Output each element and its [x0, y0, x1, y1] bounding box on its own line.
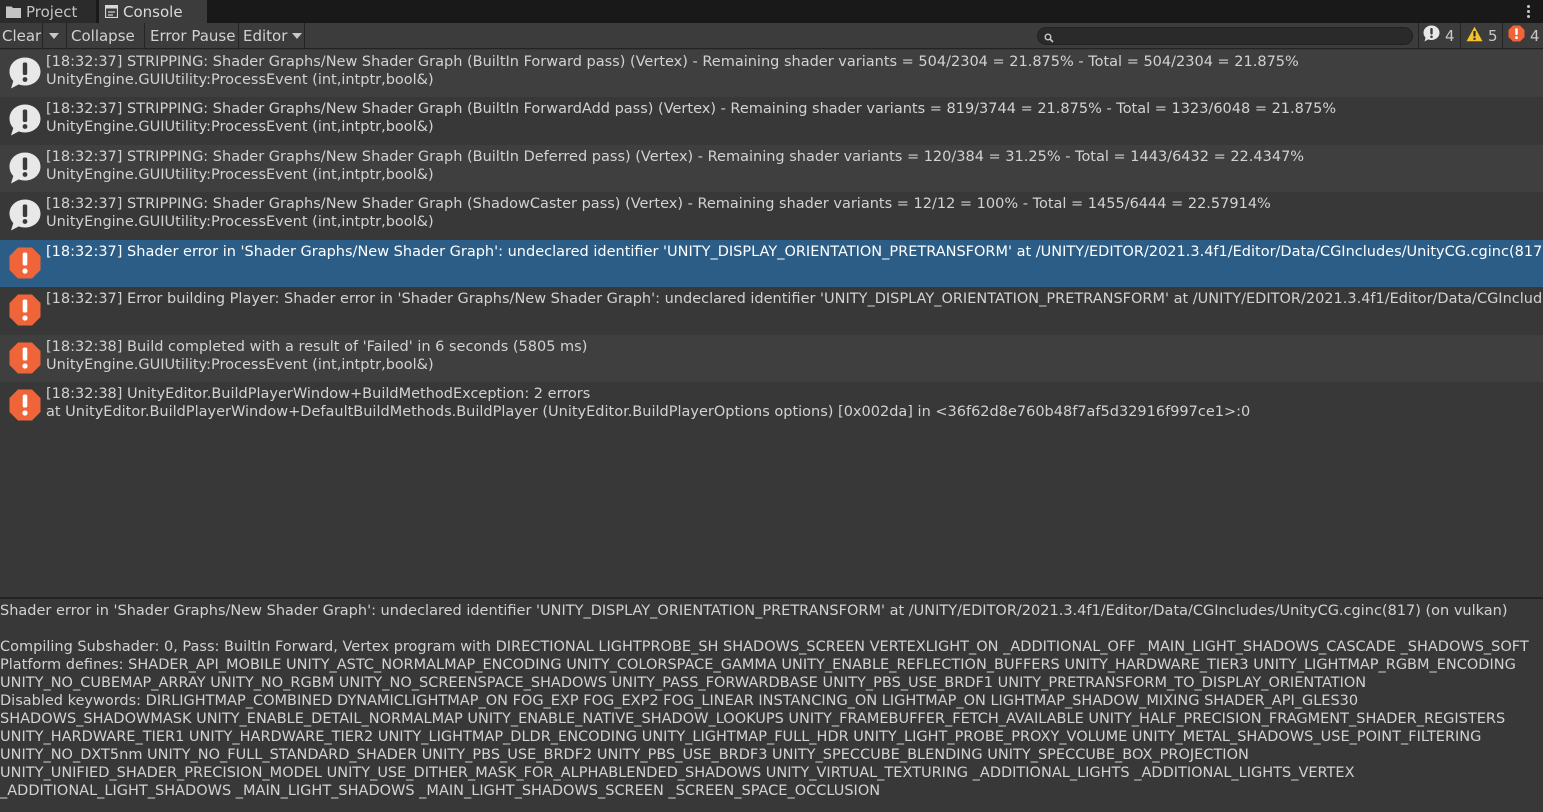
divider — [238, 23, 239, 48]
warning-icon — [1466, 26, 1483, 46]
log-entry[interactable]: [18:32:37] STRIPPING: Shader Graphs/New … — [0, 192, 1543, 239]
error-pause-label: Error Pause — [150, 26, 236, 45]
log-entry[interactable]: [18:32:37] STRIPPING: Shader Graphs/New … — [0, 145, 1543, 192]
log-message: [18:32:38] UnityEditor.BuildPlayerWindow… — [46, 386, 591, 402]
log-entry[interactable]: [18:32:37] STRIPPING: Shader Graphs/New … — [0, 50, 1543, 97]
editor-dropdown[interactable]: Editor — [241, 23, 303, 48]
tab-bar: Project Console — [0, 0, 1543, 23]
detail-line: Compiling Subshader: 0, Pass: BuiltIn Fo… — [0, 639, 1529, 655]
detail-line: UNITY_NO_CUBEMAP_ARRAY UNITY_NO_RGBM UNI… — [0, 675, 1367, 691]
detail-line: _ADDITIONAL_LIGHT_SHADOWS _MAIN_LIGHT_SH… — [0, 783, 881, 799]
search-icon — [1044, 31, 1054, 47]
detail-line: Platform defines: SHADER_API_MOBILE UNIT… — [0, 657, 1516, 673]
tab-console[interactable]: Console — [99, 0, 207, 23]
detail-line: UNITY_UNIFIED_SHADER_PRECISION_MODEL UNI… — [0, 765, 1355, 781]
log-stacktrace: UnityEngine.GUIUtility:ProcessEvent (int… — [46, 357, 434, 373]
console-icon — [105, 5, 118, 18]
log-message: [18:32:37] Error building Player: Shader… — [46, 291, 1543, 307]
warning-count-toggle[interactable]: 5 — [1466, 23, 1498, 48]
more-options-icon[interactable] — [1521, 2, 1535, 20]
divider — [1502, 23, 1503, 48]
folder-icon — [6, 5, 21, 18]
chevron-down-icon — [49, 32, 59, 39]
error-icon — [1508, 25, 1525, 46]
detail-line: SHADOWS_SHADOWMASK UNITY_ENABLE_DETAIL_N… — [0, 711, 1506, 727]
error-count-toggle[interactable]: 4 — [1508, 23, 1540, 48]
log-message: [18:32:37] STRIPPING: Shader Graphs/New … — [46, 54, 1299, 70]
info-count-toggle[interactable]: 4 — [1423, 23, 1455, 48]
divider — [66, 23, 67, 48]
log-entry[interactable]: [18:32:37] Error building Player: Shader… — [0, 287, 1543, 334]
log-message: [18:32:37] STRIPPING: Shader Graphs/New … — [46, 101, 1337, 117]
log-stacktrace: UnityEngine.GUIUtility:ProcessEvent (int… — [46, 167, 434, 183]
log-detail-pane: Shader error in 'Shader Graphs/New Shade… — [0, 599, 1543, 812]
editor-dropdown-label: Editor — [243, 26, 288, 45]
clear-button[interactable]: Clear — [0, 23, 42, 48]
collapse-toggle[interactable]: Collapse — [69, 23, 141, 48]
error-icon — [9, 294, 41, 326]
chevron-down-icon — [292, 32, 303, 39]
log-message: [18:32:37] STRIPPING: Shader Graphs/New … — [46, 196, 1271, 212]
log-message: [18:32:37] STRIPPING: Shader Graphs/New … — [46, 149, 1305, 165]
log-entry[interactable]: [18:32:38] UnityEditor.BuildPlayerWindow… — [0, 382, 1543, 429]
clear-button-label: Clear — [2, 26, 42, 45]
info-count: 4 — [1445, 26, 1455, 45]
detail-line: Shader error in 'Shader Graphs/New Shade… — [0, 603, 1508, 619]
collapse-label: Collapse — [71, 26, 135, 45]
info-icon — [9, 152, 41, 184]
info-icon — [1423, 25, 1440, 46]
log-stacktrace: UnityEngine.GUIUtility:ProcessEvent (int… — [46, 214, 434, 230]
error-pause-toggle[interactable]: Error Pause — [148, 23, 238, 48]
log-message: [18:32:37] Shader error in 'Shader Graph… — [46, 244, 1543, 260]
log-entry[interactable]: [18:32:37] STRIPPING: Shader Graphs/New … — [0, 97, 1543, 144]
detail-line: UNITY_HARDWARE_TIER1 UNITY_HARDWARE_TIER… — [0, 729, 1482, 745]
error-icon — [9, 389, 41, 421]
log-list: [18:32:37] STRIPPING: Shader Graphs/New … — [0, 50, 1543, 597]
warning-count: 5 — [1488, 26, 1498, 45]
log-entry[interactable]: [18:32:38] Build completed with a result… — [0, 335, 1543, 382]
log-stacktrace: UnityEngine.GUIUtility:ProcessEvent (int… — [46, 72, 434, 88]
divider — [144, 23, 145, 48]
error-icon — [9, 247, 41, 279]
info-icon — [9, 104, 41, 136]
detail-line: UNITY_NO_DXT5nm UNITY_NO_FULL_STANDARD_S… — [0, 747, 1249, 763]
tab-console-label: Console — [123, 2, 183, 21]
log-stacktrace: UnityEngine.GUIUtility:ProcessEvent (int… — [46, 119, 434, 135]
divider — [304, 23, 305, 48]
log-message: [18:32:38] Build completed with a result… — [46, 339, 588, 355]
console-toolbar: Clear Collapse Error Pause Editor 4 5 4 — [0, 23, 1543, 49]
log-stacktrace: at UnityEditor.BuildPlayerWindow+Default… — [46, 404, 1251, 420]
detail-line: Disabled keywords: DIRLIGHTMAP_COMBINED … — [0, 693, 1359, 709]
error-count: 4 — [1530, 26, 1540, 45]
info-icon — [9, 199, 41, 231]
clear-options-dropdown[interactable] — [43, 23, 65, 48]
log-entry-selected[interactable]: [18:32:37] Shader error in 'Shader Graph… — [0, 240, 1543, 287]
search-input[interactable] — [1037, 27, 1413, 45]
tab-project-label: Project — [26, 2, 78, 21]
divider — [1418, 23, 1419, 48]
error-icon — [9, 342, 41, 374]
divider — [1460, 23, 1461, 48]
info-icon — [9, 57, 41, 89]
tab-project[interactable]: Project — [0, 0, 96, 23]
